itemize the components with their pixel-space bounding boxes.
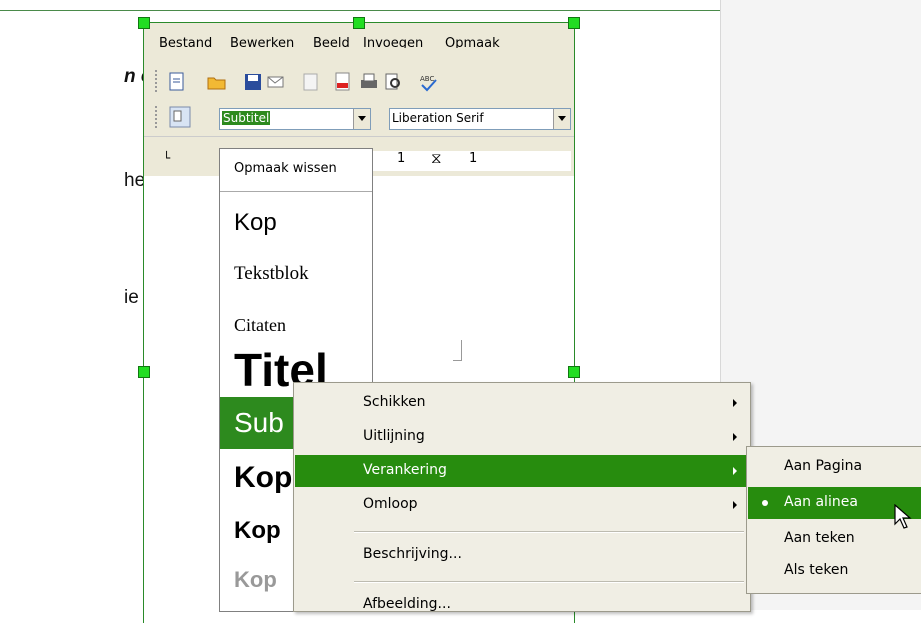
style-item-label: Tekstblok (234, 263, 309, 284)
new-document-icon[interactable] (167, 72, 187, 92)
ruler-strip: 1 ⧖ 1 (371, 149, 571, 171)
open-folder-icon[interactable] (207, 72, 227, 92)
style-item-label: Citaten (234, 315, 286, 335)
menu-item-schikken[interactable]: Schikken (295, 387, 748, 419)
submenu-item-aan-pagina[interactable]: Aan Pagina (748, 451, 921, 483)
resize-handle[interactable] (353, 17, 365, 29)
submenu-item-als-teken[interactable]: Als teken (748, 555, 921, 587)
ruler-mark: 1 (469, 151, 478, 166)
hourglass-indent-icon[interactable]: ⧖ (431, 149, 442, 167)
style-item-label: Kop (234, 517, 281, 544)
chevron-right-icon (733, 501, 737, 509)
resize-handle[interactable] (568, 366, 580, 378)
context-menu: Schikken Uitlijning Verankering Omloop B… (293, 382, 751, 612)
page-corner-mark (453, 340, 462, 361)
standard-toolbar: ABC (143, 62, 574, 100)
pdf-export-icon[interactable] (333, 72, 353, 92)
menu-spacer (143, 48, 574, 62)
style-item-label: Sub (234, 407, 284, 438)
edit-file-icon[interactable] (301, 72, 321, 92)
chevron-right-icon (733, 399, 737, 407)
email-icon[interactable] (267, 72, 287, 92)
style-item[interactable]: Opmaak wissen (220, 149, 372, 192)
style-item-label: Kop (234, 209, 277, 236)
chevron-down-icon[interactable] (553, 109, 570, 129)
style-item-label: Kop (234, 567, 277, 592)
print-preview-icon[interactable] (383, 72, 403, 92)
save-icon[interactable] (243, 72, 263, 92)
tab-stop-icon[interactable]: └ (163, 151, 170, 165)
menu-separator (354, 531, 744, 533)
menu-item-label: Omloop (363, 496, 418, 512)
paragraph-style-value[interactable]: Subtitel (222, 111, 271, 125)
font-name-value[interactable]: Liberation Serif (392, 111, 484, 125)
chevron-right-icon (733, 467, 737, 475)
document-page: n en het ie zetten. Bestand Bewerken Bee… (0, 0, 921, 623)
toolbar-grip[interactable] (155, 70, 160, 92)
style-item-label: Kop (234, 461, 293, 494)
menu-item-omloop[interactable]: Omloop (295, 489, 748, 521)
font-name-combo[interactable]: Liberation Serif (389, 108, 571, 130)
resize-handle[interactable] (138, 366, 150, 378)
submenu-item-label: Aan Pagina (784, 458, 863, 474)
svg-text:ABC: ABC (420, 75, 434, 83)
toolbar-grip[interactable] (155, 106, 160, 128)
submenu-item-label: Aan alinea (784, 494, 858, 510)
menu-item-label: Beschrijving... (363, 546, 462, 562)
chevron-right-icon (733, 433, 737, 441)
radio-dot-icon (762, 500, 768, 506)
submenu-item-label: Als teken (784, 562, 849, 578)
style-item[interactable]: Kop (220, 203, 372, 247)
menu-item-uitlijning[interactable]: Uitlijning (295, 421, 748, 453)
resize-handle[interactable] (138, 17, 150, 29)
menu-item-label: Schikken (363, 394, 426, 410)
resize-handle[interactable] (568, 17, 580, 29)
menu-separator (354, 581, 744, 583)
paragraph-style-combo[interactable]: Subtitel (219, 108, 371, 130)
chevron-down-icon[interactable] (353, 109, 370, 129)
page-border (0, 10, 720, 11)
ruler-mark: 1 (397, 151, 406, 166)
styles-icon[interactable] (169, 106, 191, 128)
menu-item-beschrijving[interactable]: Beschrijving... (295, 539, 748, 571)
menu-item-afbeelding[interactable]: Afbeelding... (295, 589, 748, 621)
menu-item-label: Verankering (363, 462, 447, 478)
spellcheck-icon[interactable]: ABC (419, 72, 439, 92)
menu-item-label: Uitlijning (363, 428, 425, 444)
submenu-item-label: Aan teken (784, 530, 855, 546)
formatting-toolbar: Subtitel Liberation Serif (143, 100, 574, 136)
print-icon[interactable] (359, 72, 379, 92)
mouse-cursor-icon (894, 504, 912, 529)
style-item[interactable]: Tekstblok (220, 255, 372, 299)
menu-item-verankering[interactable]: Verankering (295, 455, 748, 487)
style-item-label: Opmaak wissen (234, 161, 337, 176)
